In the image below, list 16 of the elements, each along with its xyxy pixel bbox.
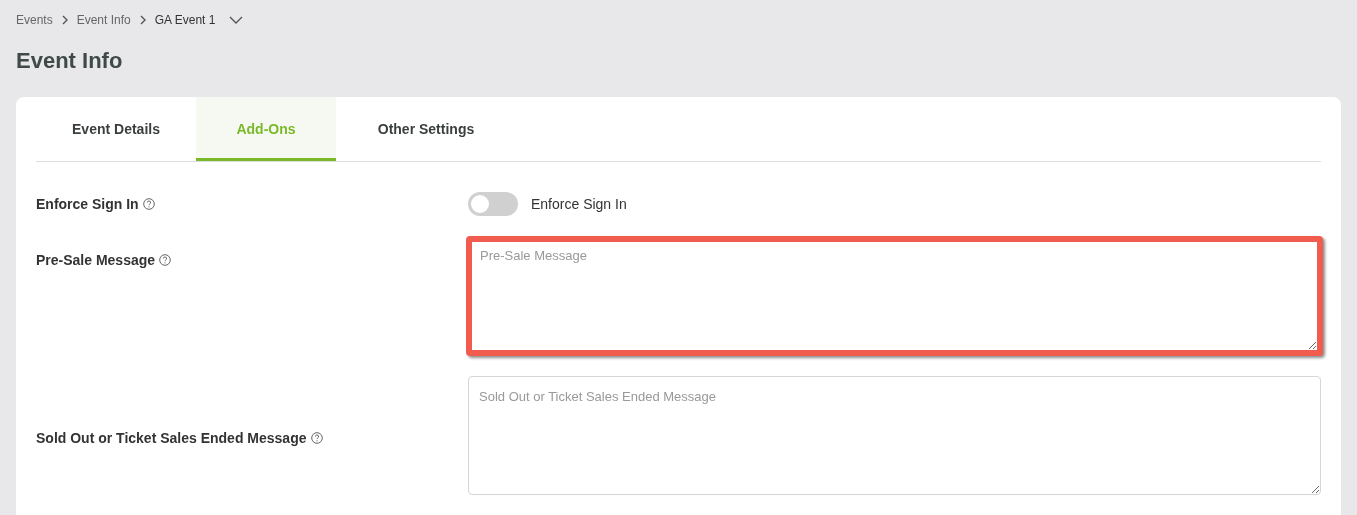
field-label: Sold Out or Ticket Sales Ended Message <box>36 429 307 446</box>
message-field[interactable]: Pre-Sale Message <box>466 236 1323 356</box>
help-icon[interactable] <box>142 198 155 210</box>
breadcrumb-link[interactable]: Event Info <box>76 13 131 27</box>
chevron-right-icon <box>138 15 147 25</box>
dropdown-chevron-icon[interactable] <box>229 16 244 24</box>
field-label: Enforce Sign In <box>36 196 139 212</box>
field-label: Pre-Sale Message <box>36 252 156 268</box>
toggle-switch[interactable] <box>468 192 518 216</box>
breadcrumb-link[interactable]: Events <box>16 13 53 27</box>
chevron-right-icon <box>60 15 69 25</box>
breadcrumb-current: GA Event 1 <box>154 13 216 27</box>
help-icon[interactable] <box>310 431 323 444</box>
page-title: Event Info <box>16 48 124 74</box>
toggle-label: Enforce Sign In <box>531 196 627 212</box>
help-icon[interactable] <box>159 254 172 266</box>
